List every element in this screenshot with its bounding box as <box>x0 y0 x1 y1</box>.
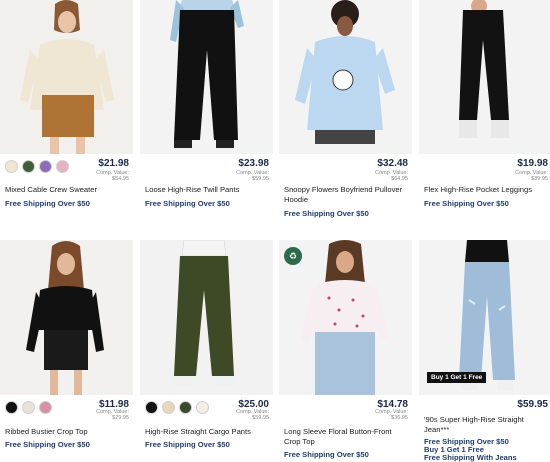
color-swatches <box>5 160 69 173</box>
color-swatch[interactable] <box>145 401 158 414</box>
product-name[interactable]: Mixed Cable Crew Sweater <box>5 185 130 195</box>
shipping-note: Free Shipping Over $50 <box>145 199 230 208</box>
product-name[interactable]: Flex High-Rise Pocket Leggings <box>424 185 549 195</box>
shipping-note: Free Shipping Over $50 <box>284 209 369 218</box>
shipping-note: Free Shipping Over $50 <box>424 199 509 208</box>
color-swatch[interactable] <box>5 160 18 173</box>
product-name[interactable]: Snoopy Flowers Boyfriend Pullover Hoodie <box>284 185 409 205</box>
product-card[interactable]: $23.98 Comp. Value: $59.95 Loose High-Ri… <box>140 0 273 215</box>
product-price: $23.98 <box>238 158 269 169</box>
comp-value: $64.95 <box>391 176 408 182</box>
product-name[interactable]: High-Rise Straight Cargo Pants <box>145 427 270 437</box>
product-name[interactable]: Ribbed Bustier Crop Top <box>5 427 130 437</box>
comp-value: $29.95 <box>112 415 129 421</box>
product-card[interactable]: $32.48 Comp. Value: $64.95 Snoopy Flower… <box>279 0 412 225</box>
color-swatch[interactable] <box>196 401 209 414</box>
color-swatch[interactable] <box>39 160 52 173</box>
product-image[interactable] <box>140 240 273 395</box>
product-card[interactable]: $11.98 Comp. Value: $29.95 Ribbed Bustie… <box>0 240 133 462</box>
product-price: $59.95 <box>517 399 548 410</box>
product-card[interactable]: ♻ $14.78 Comp. Value: $36.95 Long Sleeve… <box>279 240 412 462</box>
color-swatches <box>145 401 209 414</box>
product-card[interactable]: $21.98 Comp. Value: $54.95 Mixed Cable C… <box>0 0 133 215</box>
color-swatch[interactable] <box>22 401 35 414</box>
color-swatch[interactable] <box>56 160 69 173</box>
product-name[interactable]: '90s Super High-Rise Straight Jean*** <box>424 415 549 435</box>
comp-value: $59.95 <box>252 415 269 421</box>
product-name[interactable]: Loose High-Rise Twill Pants <box>145 185 270 195</box>
product-price: $21.98 <box>98 158 129 169</box>
comp-value: $54.95 <box>112 176 129 182</box>
color-swatch[interactable] <box>162 401 175 414</box>
color-swatch[interactable] <box>22 160 35 173</box>
product-card[interactable]: Buy 1 Get 1 Free $59.95 '90s Super High-… <box>419 240 550 462</box>
comp-value: $36.95 <box>391 415 408 421</box>
product-card[interactable]: $19.98 Comp. Value: $39.95 Flex High-Ris… <box>419 0 550 215</box>
color-swatch[interactable] <box>179 401 192 414</box>
shipping-note: Free Shipping Over $50 <box>5 199 90 208</box>
comp-value: $39.95 <box>531 176 548 182</box>
product-price: $19.98 <box>517 158 548 169</box>
product-image[interactable] <box>419 0 550 154</box>
promo-badge: Buy 1 Get 1 Free <box>427 372 487 383</box>
product-image[interactable] <box>279 0 412 154</box>
product-image[interactable] <box>0 240 133 395</box>
product-image[interactable]: ♻ <box>279 240 412 395</box>
eco-badge-icon: ♻ <box>284 247 302 265</box>
product-price: $32.48 <box>377 158 408 169</box>
shipping-note: Free Shipping Over $50 <box>284 450 369 459</box>
color-swatch[interactable] <box>39 401 52 414</box>
product-grid: $21.98 Comp. Value: $54.95 Mixed Cable C… <box>0 0 550 462</box>
shipping-note: Free Shipping Over $50 <box>145 440 230 449</box>
shipping-note: Free Shipping Over $50 <box>5 440 90 449</box>
product-card[interactable]: $25.00 Comp. Value: $59.95 High-Rise Str… <box>140 240 273 462</box>
product-image[interactable] <box>0 0 133 154</box>
product-image[interactable] <box>140 0 273 154</box>
color-swatches <box>5 401 52 414</box>
product-name[interactable]: Long Sleeve Floral Button-Front Crop Top <box>284 427 409 447</box>
color-swatch[interactable] <box>5 401 18 414</box>
comp-value: $59.95 <box>252 176 269 182</box>
promo-line: Free Shipping With Jeans <box>424 453 517 462</box>
product-image[interactable]: Buy 1 Get 1 Free <box>419 240 550 395</box>
